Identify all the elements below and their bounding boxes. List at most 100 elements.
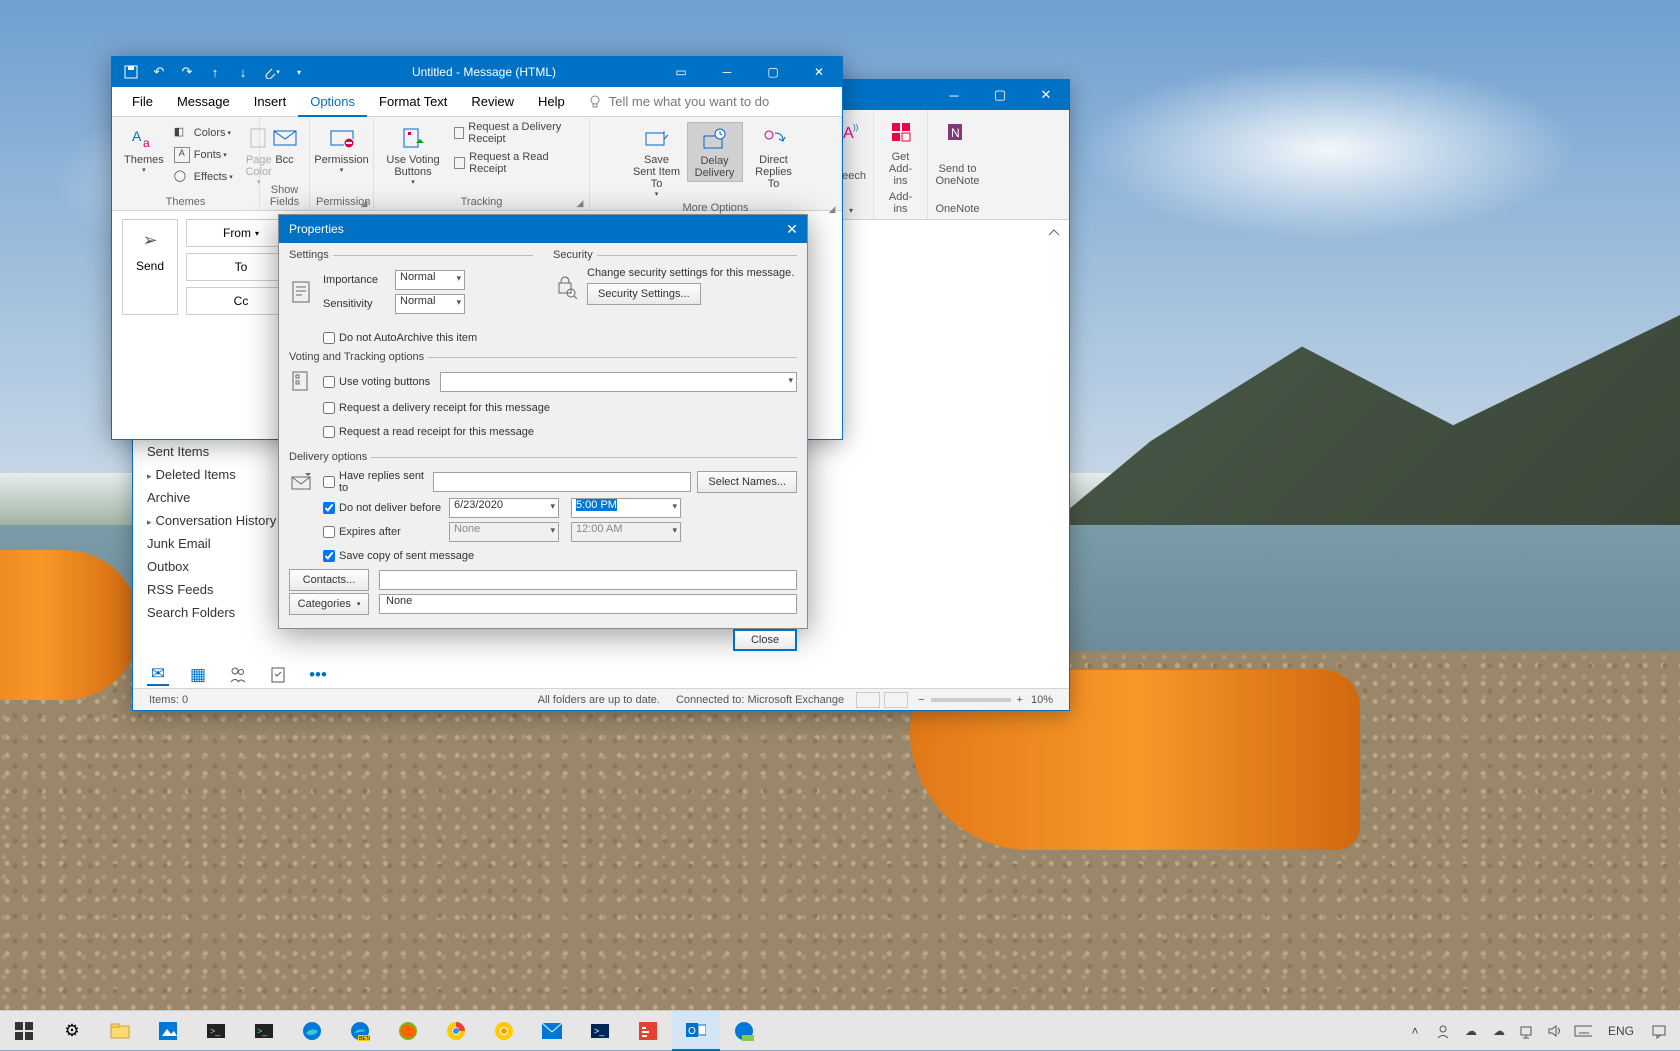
- categories-field[interactable]: None: [379, 594, 797, 614]
- compose-close-button[interactable]: ✕: [796, 57, 842, 87]
- edge-beta-button[interactable]: BETA: [336, 1011, 384, 1051]
- no-deliver-before-checkbox[interactable]: Do not deliver before: [323, 502, 449, 514]
- tracking-dialog-launcher[interactable]: ◢: [575, 198, 585, 208]
- permission-dialog-launcher[interactable]: ◢: [359, 198, 369, 208]
- categories-button[interactable]: Categories▾: [289, 593, 369, 615]
- tab-message[interactable]: Message: [165, 87, 242, 117]
- effects-dropdown[interactable]: ◯Effects▾: [170, 166, 237, 188]
- no-autoarchive-checkbox[interactable]: Do not AutoArchive this item: [323, 332, 477, 344]
- tab-options[interactable]: Options: [298, 87, 367, 117]
- permission-button[interactable]: Permission ▾: [308, 122, 374, 176]
- tray-overflow-icon[interactable]: ˄: [1406, 1022, 1424, 1040]
- nav-mail-icon[interactable]: ✉: [147, 664, 169, 686]
- nav-tasks-icon[interactable]: [267, 664, 289, 686]
- tab-help[interactable]: Help: [526, 87, 577, 117]
- sensitivity-select[interactable]: Normal: [395, 294, 465, 314]
- collapse-ribbon-button[interactable]: [1047, 226, 1061, 240]
- req-read-dlg-checkbox[interactable]: Request a read receipt for this message: [323, 426, 534, 438]
- tray-keyboard-icon[interactable]: [1574, 1022, 1592, 1040]
- tab-file[interactable]: File: [120, 87, 165, 117]
- send-button[interactable]: ➢ Send: [122, 219, 178, 315]
- expires-time-select[interactable]: 12:00 AM: [571, 522, 681, 542]
- have-replies-checkbox[interactable]: Have replies sent to: [323, 470, 427, 494]
- todoist-button[interactable]: [624, 1011, 672, 1051]
- zoom-slider[interactable]: [931, 698, 1011, 702]
- qat-customize-icon[interactable]: ▾: [288, 61, 310, 83]
- nav-people-icon[interactable]: [227, 664, 249, 686]
- select-names-button[interactable]: Select Names...: [697, 471, 797, 493]
- req-delivery-dlg-checkbox[interactable]: Request a delivery receipt for this mess…: [323, 402, 550, 414]
- save-sent-item-button[interactable]: Save Sent Item To▾: [627, 122, 687, 200]
- main-close-button[interactable]: ✕: [1023, 80, 1069, 110]
- request-read-checkbox[interactable]: Request a Read Receipt: [450, 152, 583, 174]
- bcc-button[interactable]: Bcc: [265, 122, 305, 168]
- close-button[interactable]: Close: [733, 629, 797, 651]
- nav-calendar-icon[interactable]: ▦: [187, 664, 209, 686]
- expires-date-select[interactable]: None: [449, 522, 559, 542]
- direct-replies-button[interactable]: Direct Replies To: [743, 122, 805, 192]
- importance-select[interactable]: Normal: [395, 270, 465, 290]
- tray-network-icon[interactable]: [1518, 1022, 1536, 1040]
- outlook-button[interactable]: O: [672, 1011, 720, 1051]
- view-reading-button[interactable]: [884, 692, 908, 708]
- edge-button[interactable]: [288, 1011, 336, 1051]
- view-normal-button[interactable]: [856, 692, 880, 708]
- voting-buttons-button[interactable]: Use Voting Buttons ▾: [380, 122, 446, 188]
- delay-delivery-button[interactable]: Delay Delivery: [687, 122, 743, 182]
- tell-me-search[interactable]: Tell me what you want to do: [587, 94, 769, 110]
- zoom-in-button[interactable]: +: [1017, 694, 1023, 706]
- file-explorer-button[interactable]: [96, 1011, 144, 1051]
- save-icon[interactable]: [120, 61, 142, 83]
- themes-button[interactable]: Aa Themes ▾: [118, 122, 170, 176]
- dialog-titlebar[interactable]: Properties ✕: [279, 215, 807, 243]
- main-maximize-button[interactable]: ▢: [977, 80, 1023, 110]
- task-view-button[interactable]: ⚙: [48, 1011, 96, 1051]
- get-addins-button[interactable]: Get Add-ins Add-ins: [873, 110, 927, 219]
- contacts-field[interactable]: [379, 570, 797, 590]
- nav-more-icon[interactable]: •••: [307, 664, 329, 686]
- start-button[interactable]: [0, 1011, 48, 1051]
- terminal-button[interactable]: >_: [192, 1011, 240, 1051]
- fonts-dropdown[interactable]: AFonts▾: [170, 144, 237, 166]
- send-onenote-button[interactable]: N Send to OneNote OneNote: [927, 110, 987, 219]
- main-minimize-button[interactable]: ─: [931, 80, 977, 110]
- tab-format-text[interactable]: Format Text: [367, 87, 459, 117]
- compose-minimize-button[interactable]: ─: [704, 57, 750, 87]
- voting-options-select[interactable]: [440, 372, 797, 392]
- language-indicator[interactable]: ENG: [1602, 1024, 1640, 1038]
- action-center-icon[interactable]: [1650, 1022, 1668, 1040]
- firefox-button[interactable]: [384, 1011, 432, 1051]
- zoom-out-button[interactable]: −: [918, 694, 924, 706]
- no-deliver-date-select[interactable]: 6/23/2020: [449, 498, 559, 518]
- more-options-dialog-launcher[interactable]: ◢: [827, 204, 837, 214]
- chrome-canary-button[interactable]: [480, 1011, 528, 1051]
- compose-maximize-button[interactable]: ▢: [750, 57, 796, 87]
- edge-dev-button[interactable]: [720, 1011, 768, 1051]
- tray-onedrive-icon[interactable]: ☁: [1462, 1022, 1480, 1040]
- next-item-icon[interactable]: ↓: [232, 61, 254, 83]
- powershell-button[interactable]: >_: [240, 1011, 288, 1051]
- tab-review[interactable]: Review: [459, 87, 526, 117]
- compose-titlebar[interactable]: ↶ ↷ ↑ ↓ ▾ ▾ Untitled - Message (HTML) ▭ …: [112, 57, 842, 87]
- powershell-ise-button[interactable]: >_: [576, 1011, 624, 1051]
- undo-icon[interactable]: ↶: [148, 61, 170, 83]
- dialog-close-button[interactable]: ✕: [777, 215, 807, 243]
- expires-after-checkbox[interactable]: Expires after: [323, 526, 449, 538]
- prev-item-icon[interactable]: ↑: [204, 61, 226, 83]
- security-settings-button[interactable]: Security Settings...: [587, 283, 701, 305]
- contacts-button[interactable]: Contacts...: [289, 569, 369, 591]
- photos-button[interactable]: [144, 1011, 192, 1051]
- ribbon-display-button[interactable]: ▭: [658, 57, 704, 87]
- chrome-button[interactable]: [432, 1011, 480, 1051]
- request-delivery-checkbox[interactable]: Request a Delivery Receipt: [450, 122, 583, 144]
- tray-people-icon[interactable]: [1434, 1022, 1452, 1040]
- replies-to-field[interactable]: [433, 472, 691, 492]
- use-voting-checkbox[interactable]: Use voting buttons: [323, 376, 430, 388]
- tray-volume-icon[interactable]: [1546, 1022, 1564, 1040]
- tray-onedrive2-icon[interactable]: ☁: [1490, 1022, 1508, 1040]
- tab-insert[interactable]: Insert: [242, 87, 299, 117]
- redo-icon[interactable]: ↷: [176, 61, 198, 83]
- mail-button[interactable]: [528, 1011, 576, 1051]
- colors-dropdown[interactable]: ◧Colors▾: [170, 122, 237, 144]
- no-deliver-time-select[interactable]: 5:00 PM: [571, 498, 681, 518]
